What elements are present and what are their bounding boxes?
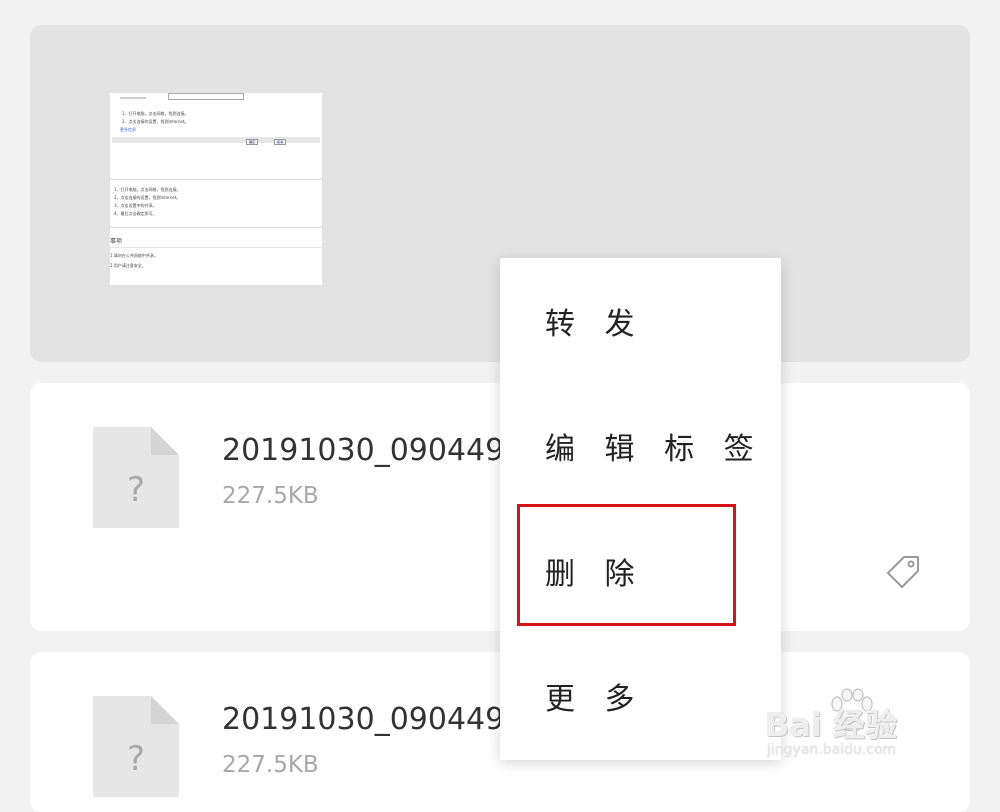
file-size: 227.5KB [222,483,319,509]
file-size: 227.5KB [222,752,319,778]
thumb-step: 4、最后点击确定即可。 [114,211,157,216]
highlight-annotation-box [517,504,736,626]
menu-item-label: 更 多 [545,682,645,717]
menu-item-more[interactable]: 更 多 [500,633,781,758]
thumb-note: 1.请勿在公共网络中共享。 [110,253,158,258]
menu-item-label: 转 发 [545,307,645,342]
tag-icon[interactable] [884,551,924,591]
svg-text:?: ? [127,470,145,510]
thumb-step: 1、打开电脑，点击网络，找到连接。 [114,187,181,192]
watermark-brand: Bai 经验 [765,706,898,744]
thumb-line [120,97,146,99]
thumb-step: 2、点击连接的设置，找到Internet。 [114,195,181,200]
unknown-file-icon: ? [93,427,179,528]
thumb-confirm-button: 确定 [246,139,259,145]
thumb-divider [110,247,322,248]
svg-text:?: ? [127,739,145,779]
thumb-link: 更多信息 [120,127,136,132]
file-name: 20191030_090449. [222,433,514,468]
menu-item-forward[interactable]: 转 发 [500,258,781,383]
menu-item-label: 编 辑 标 签 [545,432,764,467]
image-thumbnail[interactable]: 1、打开电脑，点击网络，找到连接。 2、点击连接的设置，找到Internet。 … [110,93,322,285]
thumb-bar [112,137,320,143]
thumb-note: 2.用户请注意安全。 [110,263,146,268]
thumb-divider [110,227,322,228]
menu-item-edit-tags[interactable]: 编 辑 标 签 [500,383,781,508]
file-name: 20191030_090449. [222,702,514,737]
watermark: Bai 经验 jingyan.baidu.com [765,688,965,768]
thumb-input-box [168,93,244,100]
thumb-text: 2、点击连接的设置，找到Internet。 [122,119,189,124]
thumb-divider [110,179,322,180]
thumb-step: 3、点击设置中的共享。 [114,203,157,208]
watermark-url: jingyan.baidu.com [767,742,897,758]
unknown-file-icon: ? [93,696,179,797]
thumb-cancel-button: 取消 [274,139,287,145]
thumb-heading: 事项 [110,238,123,245]
thumb-text: 1、打开电脑，点击网络，找到连接。 [122,111,189,116]
